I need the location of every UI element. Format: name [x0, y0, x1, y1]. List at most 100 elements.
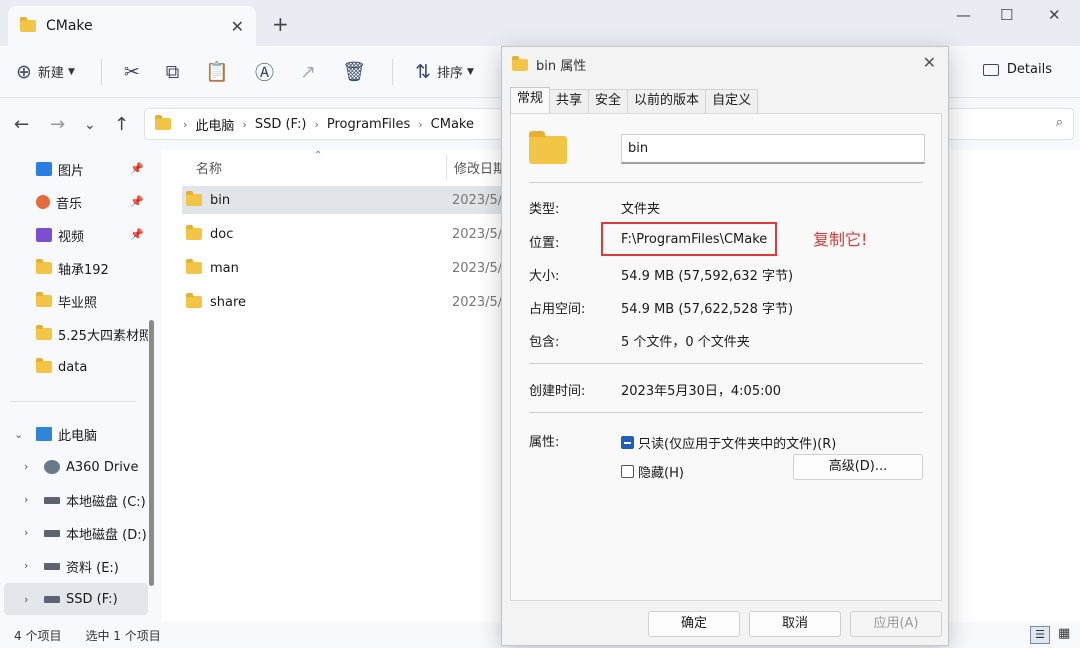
annotation-text: 复制它! [813, 230, 868, 249]
computer-icon [36, 427, 52, 441]
type-label: 类型: [529, 202, 560, 217]
ok-button[interactable]: 确定 [648, 611, 740, 637]
tab-title: CMake [46, 18, 93, 34]
copy-icon: ⧉ [165, 60, 180, 83]
sidebar-item-drive[interactable]: 资料 (E:) [44, 554, 164, 578]
sort-button[interactable]: ⇅ 排序 ▼ [415, 61, 474, 83]
folder-icon [155, 115, 171, 130]
sidebar-item-label: 音乐 [56, 196, 83, 212]
tab-cmake[interactable]: CMake ✕ [8, 6, 256, 46]
breadcrumb-item[interactable]: ProgramFiles [327, 117, 410, 132]
column-header-modified[interactable]: 修改日期 [454, 158, 506, 177]
sidebar-item-ssd[interactable]: SSD (F:) [44, 587, 164, 611]
tiles-view-icon[interactable]: ▦ [1058, 626, 1070, 641]
up-icon[interactable]: ↑ [114, 114, 129, 135]
contains-label: 包含: [529, 335, 560, 350]
file-date: 2023/5/ [452, 294, 503, 310]
minimize-icon[interactable]: — [956, 6, 971, 24]
new-button[interactable]: ⊕ 新建 ▼ [16, 61, 75, 83]
dialog-tabs: 常规 共享 安全 以前的版本 自定义 [510, 87, 759, 113]
file-date: 2023/5/ [452, 260, 503, 276]
details-button[interactable]: Details [982, 62, 1052, 77]
chevron-right-icon[interactable]: › [24, 493, 28, 506]
file-date: 2023/5/ [452, 226, 503, 242]
column-header-name[interactable]: 名称 [196, 158, 222, 177]
tab-sharing[interactable]: 共享 [549, 89, 590, 113]
delete-button[interactable]: 🗑 [342, 60, 366, 83]
pin-icon[interactable]: 📌 [130, 195, 144, 208]
music-icon [36, 195, 50, 209]
close-tab-icon[interactable]: ✕ [231, 17, 244, 36]
advanced-button[interactable]: 高级(D)... [793, 454, 923, 480]
rename-icon: Ⓐ [255, 62, 275, 84]
breadcrumb-item[interactable]: 此电脑 [195, 115, 234, 134]
trash-icon: 🗑 [341, 61, 367, 83]
paste-button[interactable]: 📋 [205, 60, 229, 83]
details-label: Details [1006, 62, 1052, 77]
scissors-icon: ✂ [123, 60, 140, 83]
folder-icon [36, 259, 52, 274]
chevron-right-icon[interactable]: › [24, 460, 28, 473]
tab-customize[interactable]: 自定义 [705, 89, 759, 113]
tab-general[interactable]: 常规 [510, 87, 551, 113]
share-button[interactable]: ↗ [300, 61, 316, 83]
hidden-checkbox[interactable]: 隐藏(H) [621, 462, 684, 481]
forward-icon[interactable]: → [50, 114, 65, 135]
chevron-down-icon: ▼ [467, 66, 474, 77]
column-divider[interactable] [446, 154, 447, 180]
chevron-right-icon[interactable]: › [24, 526, 28, 539]
pin-icon[interactable]: 📌 [130, 162, 144, 175]
size-on-disk-value: 54.9 MB (57,622,528 字节) [621, 302, 794, 317]
sidebar-item-folder[interactable]: 轴承192 [36, 256, 156, 280]
tab-security[interactable]: 安全 [588, 89, 629, 113]
drive-icon [44, 529, 60, 537]
rename-button[interactable]: Ⓐ [255, 58, 274, 85]
sidebar-item-folder[interactable]: data [36, 355, 156, 379]
chevron-right-icon: › [418, 117, 423, 131]
sidebar-item-folder[interactable]: 毕业照 [36, 289, 156, 313]
breadcrumb-item[interactable]: SSD (F:) [255, 117, 307, 132]
folder-icon [529, 131, 567, 164]
chevron-right-icon[interactable]: › [24, 559, 28, 572]
sidebar-item-label: 此电脑 [58, 428, 98, 444]
pin-icon[interactable]: 📌 [130, 228, 144, 241]
size-on-disk-label: 占用空间: [529, 302, 586, 317]
search-icon[interactable]: ⌕ [1056, 115, 1063, 130]
back-icon[interactable]: ← [14, 114, 29, 135]
details-pane-icon [982, 63, 999, 76]
sidebar-item-drive[interactable]: A360 Drive [44, 455, 164, 479]
dialog-close-icon[interactable]: ✕ [923, 53, 936, 72]
scrollbar[interactable] [149, 320, 154, 586]
tab-previous-versions[interactable]: 以前的版本 [627, 89, 707, 113]
chevron-right-icon[interactable]: › [24, 593, 28, 606]
chevron-down-icon[interactable]: ⌄ [14, 428, 23, 441]
sidebar-item-label: 资料 (E:) [66, 560, 119, 576]
apply-button[interactable]: 应用(A) [850, 611, 942, 637]
details-view-icon[interactable]: ☰ [1030, 626, 1050, 644]
checkbox-indeterminate-icon [621, 436, 634, 449]
sort-ascending-icon: ⌃ [314, 150, 323, 161]
new-tab-icon[interactable]: + [272, 12, 289, 36]
readonly-checkbox[interactable]: 只读(仅应用于文件夹中的文件)(R) [621, 433, 836, 452]
sidebar-item-folder[interactable]: 5.25大四素材照 [36, 322, 148, 346]
file-date: 2023/5/ [452, 192, 503, 208]
cancel-button[interactable]: 取消 [749, 611, 841, 637]
checkbox-icon [621, 465, 634, 478]
sidebar-item-drive[interactable]: 本地磁盘 (D:) [44, 521, 164, 545]
sidebar-item-label: SSD (F:) [66, 591, 118, 607]
divider [529, 412, 923, 413]
folder-icon [186, 259, 202, 274]
recent-dropdown-icon[interactable]: ⌄ [84, 117, 96, 133]
pictures-icon [36, 162, 52, 176]
folder-name-input[interactable]: bin [621, 134, 925, 164]
location-value[interactable]: F:\ProgramFiles\CMake [621, 232, 767, 247]
sidebar-item-this-pc[interactable]: 此电脑 [36, 422, 156, 446]
breadcrumb-item[interactable]: CMake [431, 117, 474, 132]
close-window-icon[interactable]: ✕ [1048, 6, 1061, 24]
cloud-drive-icon [44, 460, 60, 474]
copy-button[interactable]: ⧉ [166, 61, 180, 83]
hidden-label: 隐藏(H) [638, 466, 684, 481]
maximize-icon[interactable]: ☐ [1000, 6, 1013, 24]
cut-button[interactable]: ✂ [124, 61, 140, 83]
sidebar-item-drive[interactable]: 本地磁盘 (C:) [44, 488, 164, 512]
